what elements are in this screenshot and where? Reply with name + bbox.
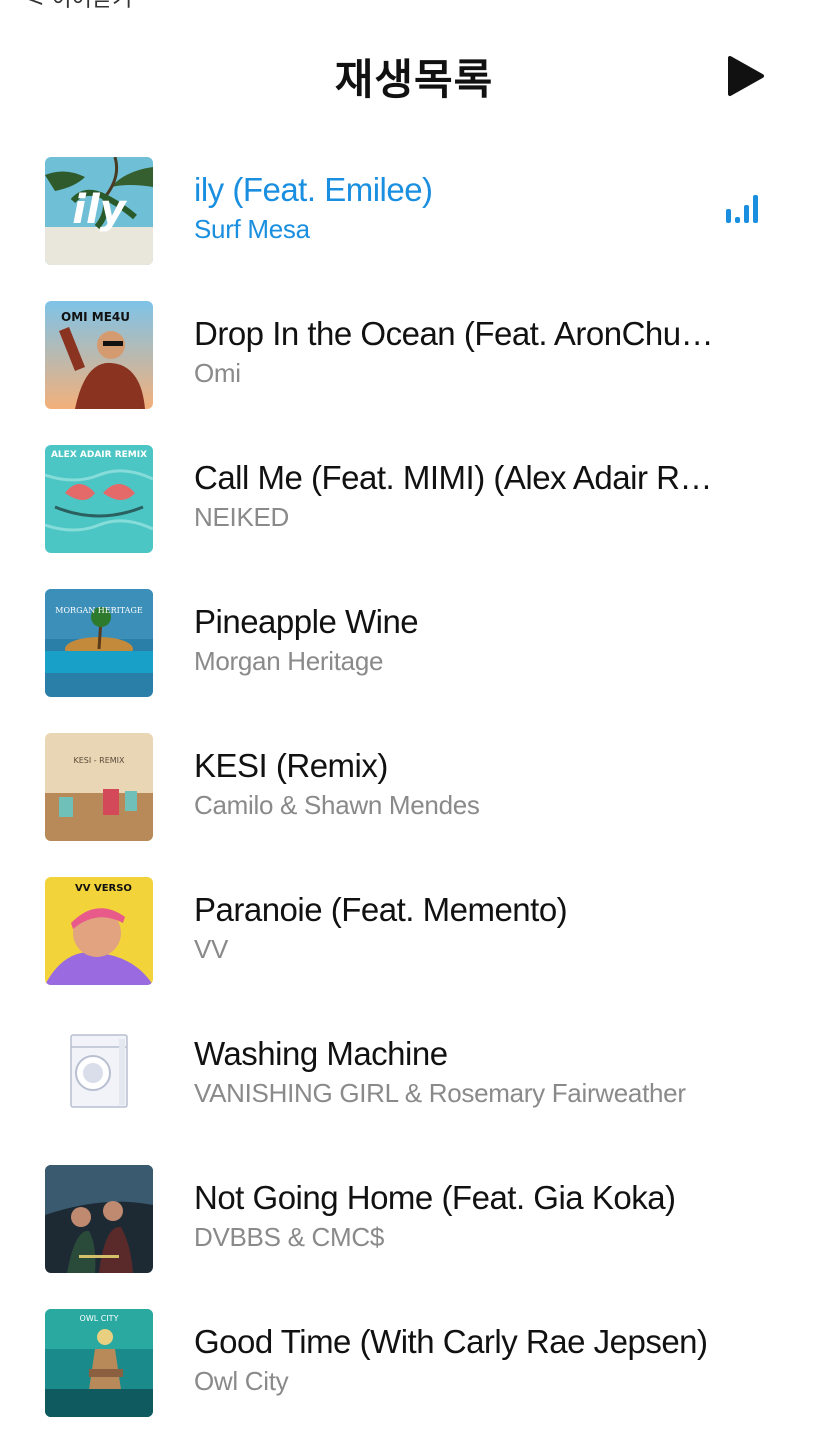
track-title: Good Time (With Carly Rae Jepsen) [194,1323,708,1360]
album-art: KESI - REMIX [45,733,153,841]
album-art: OWL CITY [45,1309,153,1417]
track-title: ily (Feat. Emilee) [194,171,433,208]
track-artist: Owl City [194,1366,289,1396]
back-link[interactable]: < 이어듣기 [26,0,132,11]
track-title: Call Me (Feat. MIMI) (Alex Adair Remix) [194,459,714,496]
album-art: OMI ME4U [45,301,153,409]
album-art [45,1165,153,1273]
track-title: Drop In the Ocean (Feat. AronChupa) [194,315,714,352]
washing-machine-icon [45,1021,153,1129]
track-artist: VV [194,934,229,964]
track-title: Pineapple Wine [194,603,419,640]
track-artist: VANISHING GIRL & Rosemary Fairweather [194,1078,686,1108]
track-artist: Camilo & Shawn Mendes [194,790,480,820]
track-artist: Omi [194,358,241,388]
play-icon [728,56,764,96]
track-artist: Morgan Heritage [194,646,384,676]
play-all-button[interactable] [722,52,770,100]
track-title: KESI (Remix) [194,747,388,784]
now-playing-equalizer-icon [726,195,758,223]
track-row[interactable]: Not Going Home (Feat. Gia Koka) DVBBS & … [0,1165,828,1273]
svg-text:OMI ME4U: OMI ME4U [61,310,130,324]
track-title: Washing Machine [194,1035,448,1072]
album-art-placeholder [45,1021,153,1129]
page-title: 재생목록 [334,55,494,104]
track-row[interactable]: KESI - REMIX KESI (Remix) Camilo & Shawn… [0,733,828,841]
album-art: MORGAN HERITAGE [45,589,153,697]
svg-text:KESI - REMIX: KESI - REMIX [73,756,125,765]
track-row[interactable]: OMI ME4U Drop In the Ocean (Feat. AronCh… [0,301,828,409]
track-row[interactable]: Washing Machine VANISHING GIRL & Rosemar… [0,1021,828,1129]
track-artist: Surf Mesa [194,214,310,244]
track-row[interactable]: ily ily (Feat. Emilee) Surf Mesa [0,157,828,265]
album-art: VV VERSO [45,877,153,985]
track-row[interactable]: OWL CITY Good Time (With Carly Rae Jepse… [0,1309,828,1417]
track-row[interactable]: MORGAN HERITAGE Pineapple Wine Morgan He… [0,589,828,697]
album-art: ALEX ADAIR REMIX [45,445,153,553]
track-row[interactable]: VV VERSO Paranoie (Feat. Memento) VV [0,877,828,985]
svg-text:ily: ily [72,187,127,233]
svg-text:ALEX ADAIR REMIX: ALEX ADAIR REMIX [51,450,147,460]
track-artist: DVBBS & CMC$ [194,1222,385,1252]
svg-text:VV VERSO: VV VERSO [75,883,132,894]
svg-text:MORGAN HERITAGE: MORGAN HERITAGE [55,606,143,615]
svg-text:OWL CITY: OWL CITY [80,1314,119,1323]
track-row[interactable]: ALEX ADAIR REMIX Call Me (Feat. MIMI) (A… [0,445,828,553]
track-title: Not Going Home (Feat. Gia Koka) [194,1179,676,1216]
playlist: ily ily (Feat. Emilee) Surf Mesa OMI ME4… [0,157,828,1453]
album-art: ily [45,157,153,265]
header: 재생목록 [0,40,828,110]
track-title: Paranoie (Feat. Memento) [194,891,568,928]
track-artist: NEIKED [194,502,290,532]
